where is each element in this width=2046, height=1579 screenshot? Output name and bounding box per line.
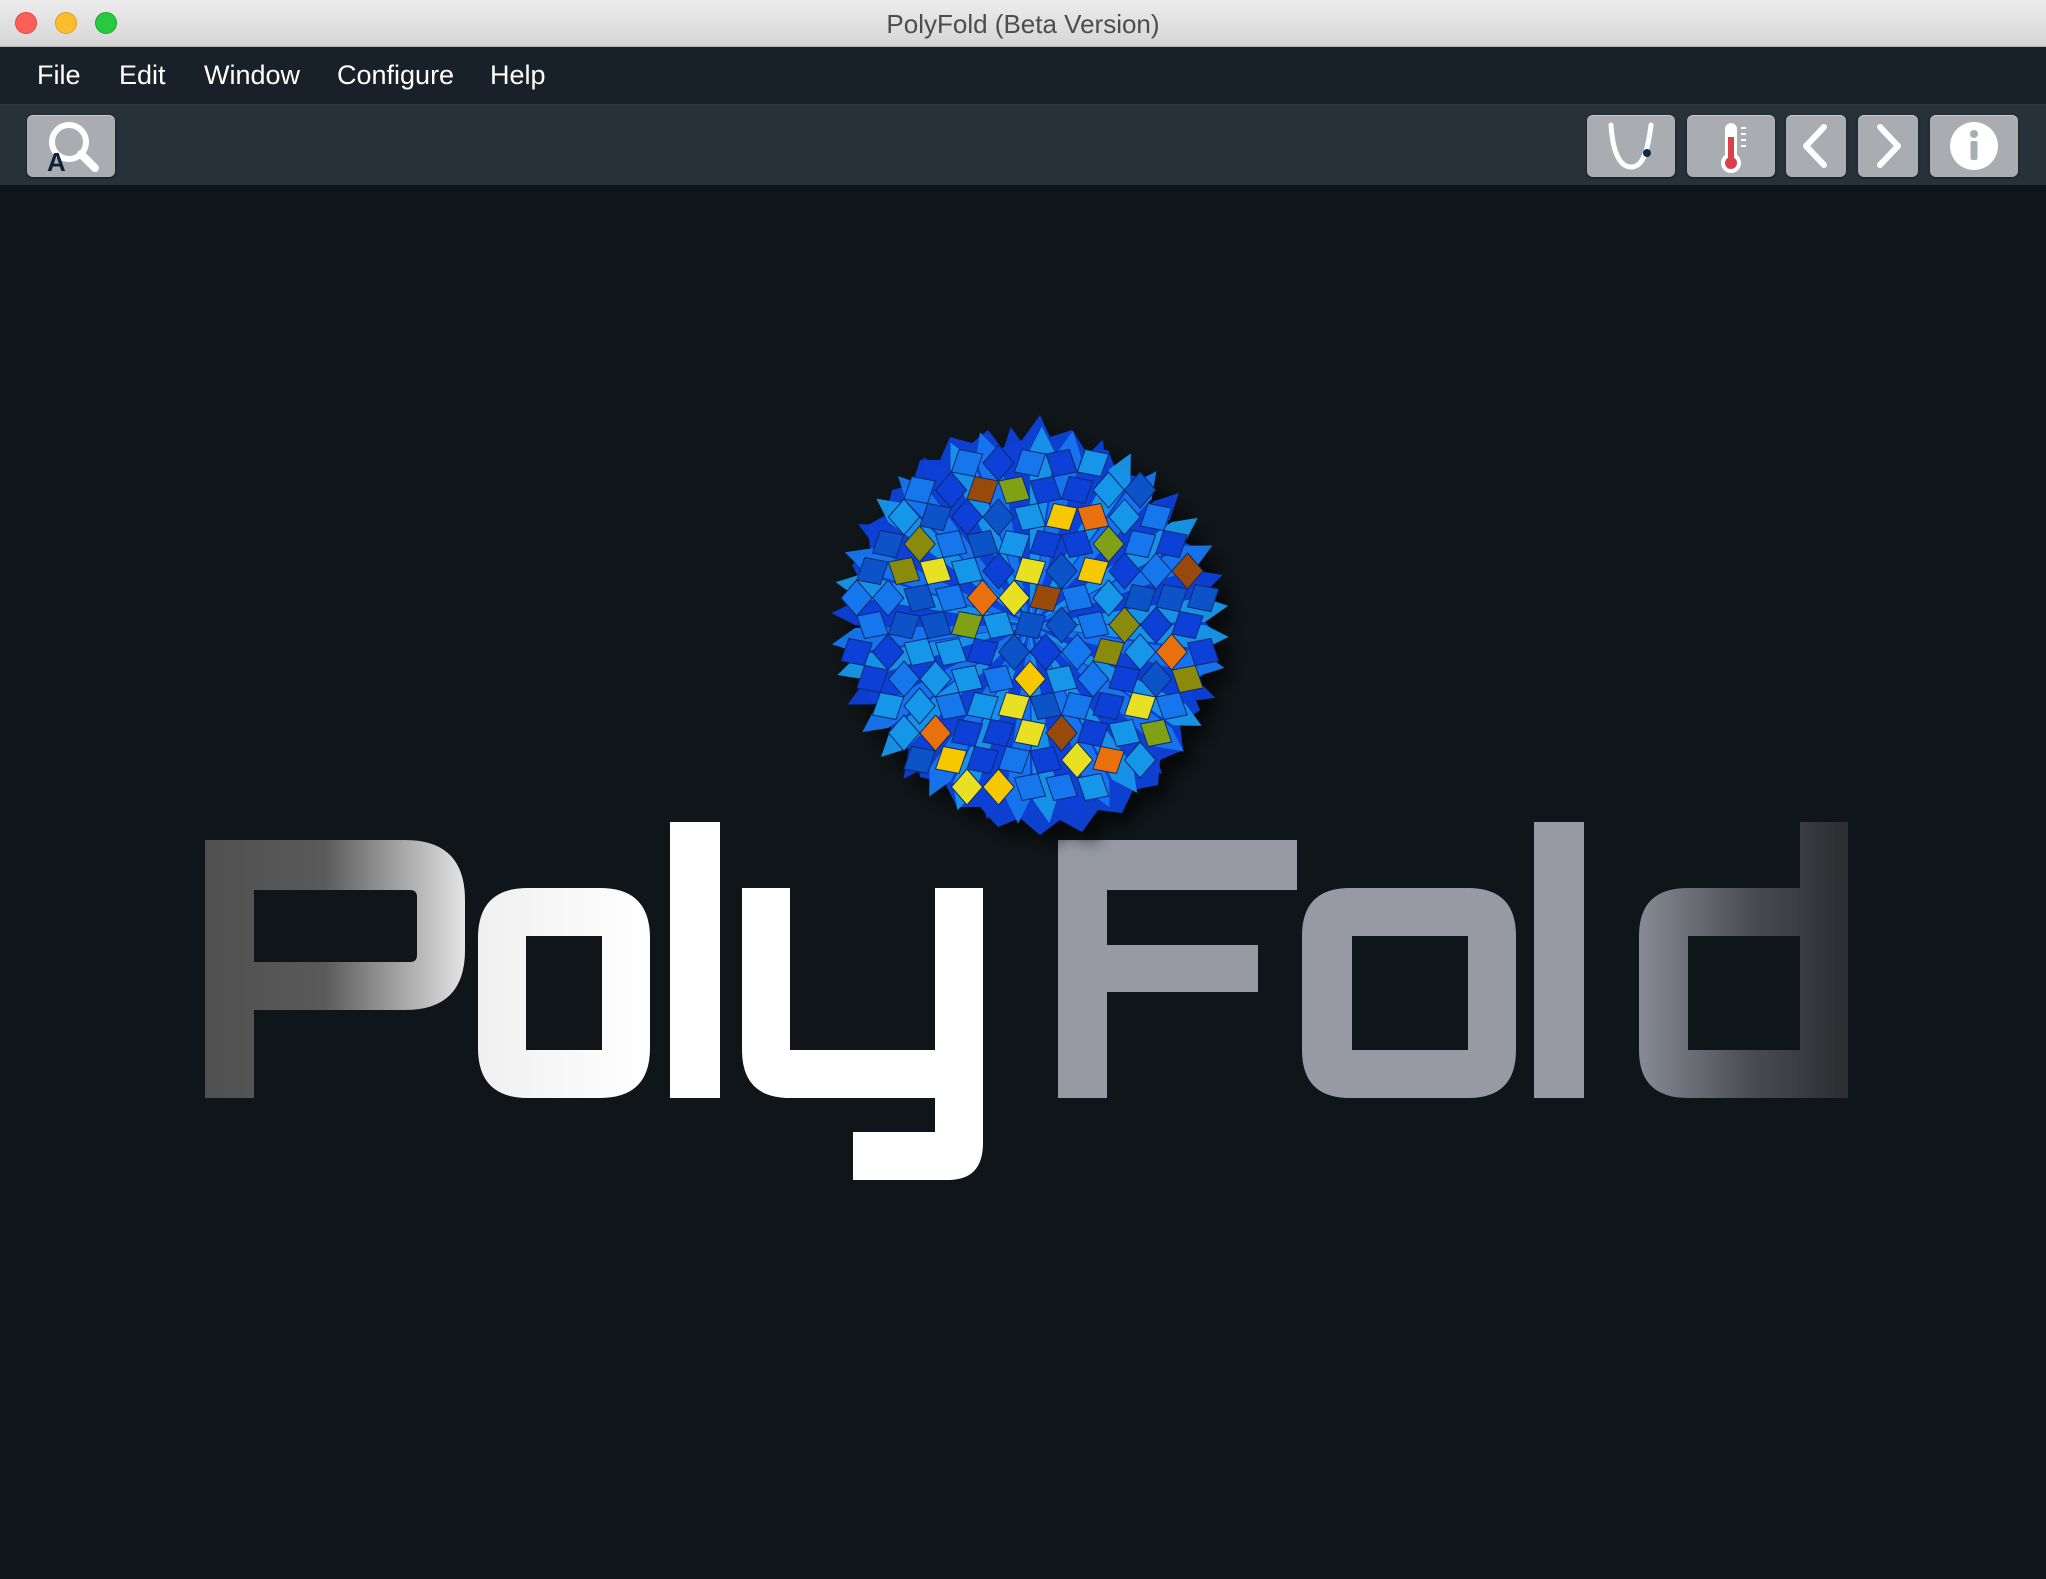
info-button[interactable] — [1930, 115, 2018, 177]
logo-letter-p — [205, 840, 465, 1098]
toolbar: A — [0, 105, 2046, 185]
chevron-right-icon — [1877, 124, 1901, 168]
analyze-search-icon: A — [47, 122, 99, 177]
previous-button[interactable] — [1786, 115, 1846, 177]
app-window: PolyFold (Beta Version) File Edit Window… — [0, 0, 2046, 1579]
logo-letter-l1 — [670, 822, 720, 1098]
info-icon — [1950, 122, 1998, 170]
thermometer-icon — [1721, 123, 1746, 173]
next-button[interactable] — [1858, 115, 1918, 177]
title-bar: PolyFold (Beta Version) — [0, 0, 2046, 47]
menu-file[interactable]: File — [37, 47, 81, 104]
temperature-button[interactable] — [1687, 115, 1775, 177]
window-title: PolyFold (Beta Version) — [886, 9, 1160, 39]
menu-window[interactable]: Window — [204, 47, 300, 104]
splash-area — [0, 185, 2046, 1579]
polyhedron-sphere-graphic — [831, 415, 1229, 835]
analyze-button[interactable]: A — [27, 115, 115, 177]
menu-help[interactable]: Help — [490, 47, 546, 104]
energy-plot-button[interactable] — [1587, 115, 1675, 177]
energy-curve-icon — [1608, 122, 1654, 170]
menu-bar: File Edit Window Configure Help — [0, 47, 2046, 105]
svg-text:A: A — [47, 147, 66, 177]
sphere-tiles — [831, 426, 1229, 824]
logo-letter-y — [742, 888, 983, 1180]
logo-letter-o2 — [1302, 888, 1516, 1098]
polyfold-logo — [205, 415, 1848, 1180]
menu-configure[interactable]: Configure — [337, 47, 454, 104]
logo-letter-f — [1058, 840, 1297, 1098]
chevron-left-icon — [1803, 124, 1827, 168]
logo-letter-l2 — [1534, 822, 1584, 1098]
logo-letter-o — [478, 888, 650, 1098]
logo-letter-d — [1639, 822, 1848, 1098]
menu-edit[interactable]: Edit — [119, 47, 166, 104]
